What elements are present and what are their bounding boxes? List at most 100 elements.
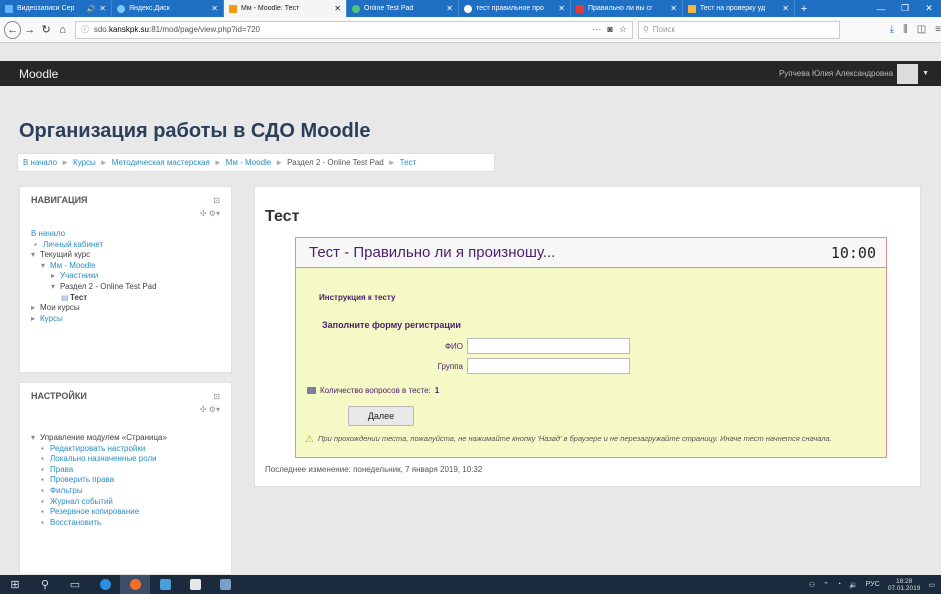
close-tab-icon[interactable]: ✕ — [334, 4, 341, 13]
bookmark-star-icon[interactable]: ☆ — [619, 24, 627, 35]
nav-home[interactable]: В начало — [31, 229, 65, 238]
settings-item[interactable]: Журнал событий — [50, 497, 113, 506]
breadcrumb-link[interactable]: Мм - Moodle — [226, 158, 272, 167]
settings-item[interactable]: Резервное копирование — [50, 507, 139, 516]
minimize-icon[interactable]: — — [869, 0, 893, 17]
site-favicon-icon — [688, 4, 696, 13]
browser-tab-active[interactable]: Мм - Moodle: Тест ✕ — [224, 0, 347, 17]
reload-button[interactable]: ↻ — [38, 21, 54, 38]
breadcrumb-link[interactable]: Курсы — [73, 158, 96, 167]
breadcrumb-link[interactable]: Раздел 2 - Online Test Pad — [287, 158, 384, 167]
tab-title: Тест на проверку уд — [700, 5, 766, 12]
site-brand[interactable]: Moodle — [19, 67, 58, 81]
firefox-icon[interactable] — [120, 575, 150, 594]
name-field[interactable] — [467, 338, 630, 354]
clock[interactable]: 18:28 07.01.2019 — [888, 578, 921, 592]
settings-item[interactable]: Проверить права — [50, 475, 114, 484]
menu-icon[interactable]: ≡ — [935, 24, 941, 35]
dock-icon[interactable]: ⊡ — [213, 196, 220, 205]
close-tab-icon[interactable]: ✕ — [446, 4, 453, 13]
nav-current-course[interactable]: Текущий курс — [40, 250, 90, 259]
settings-item[interactable]: Фильтры — [50, 486, 83, 495]
app-icon[interactable] — [150, 575, 180, 594]
library-icon[interactable]: ⫼ — [903, 24, 908, 35]
breadcrumb-link[interactable]: Методическая мастерская — [112, 158, 210, 167]
close-tab-icon[interactable]: ✕ — [558, 4, 565, 13]
page-icon: ▤ — [61, 292, 69, 302]
speaker-icon[interactable]: 🔊 — [87, 5, 96, 13]
settings-item[interactable]: Права — [50, 465, 73, 474]
list-icon — [307, 387, 316, 394]
expanded-icon[interactable]: ▾ — [31, 250, 40, 261]
nav-participants[interactable]: Участники — [60, 271, 98, 280]
task-view-icon[interactable]: ▭ — [60, 575, 90, 594]
page-title: Организация работы в СДО Moodle — [19, 120, 371, 142]
windows-start-icon[interactable]: ⊞ — [0, 575, 30, 594]
language-indicator[interactable]: РУС — [866, 581, 880, 588]
browser-tab[interactable]: тест правильное про ✕ — [459, 0, 571, 17]
nav-my-courses[interactable]: Мои курсы — [40, 303, 80, 312]
block-actions-icon[interactable]: ✣ ⚙▾ — [200, 405, 220, 414]
network-icon[interactable]: ◔ — [837, 581, 841, 588]
breadcrumb-link[interactable]: В начало — [23, 158, 57, 167]
user-menu[interactable]: Рупчева Юлия Александровна ▼ — [779, 63, 929, 84]
store-icon[interactable] — [180, 575, 210, 594]
url-path: :81/mod/page/view.php?id=720 — [149, 25, 260, 34]
dock-icon[interactable]: ⊡ — [213, 392, 220, 401]
nav-section[interactable]: Раздел 2 - Online Test Pad — [60, 282, 157, 291]
breadcrumb-link[interactable]: Тест — [400, 158, 417, 167]
settings-module-admin[interactable]: Управление модулем «Страница» — [40, 433, 167, 442]
back-button[interactable]: ← — [4, 20, 22, 39]
block-actions-icon[interactable]: ✣ ⚙▾ — [200, 209, 220, 218]
caret-down-icon[interactable]: ▼ — [922, 70, 929, 77]
settings-item[interactable]: Локально назначенные роли — [50, 454, 157, 463]
volume-icon[interactable]: 🔉 — [849, 581, 858, 589]
browser-tab[interactable]: Видеозаписи Сер 🔊 ✕ — [0, 0, 112, 17]
expanded-icon[interactable]: ▾ — [31, 433, 40, 444]
address-bar[interactable]: ⓘ sdo. kanskpk.su:81/mod/page/view.php?id… — [74, 20, 633, 39]
nav-dashboard[interactable]: Личный кабинет — [43, 240, 103, 249]
sidebar-icon[interactable]: ◫ — [917, 24, 926, 35]
user-name[interactable]: Рупчева Юлия Александровна — [779, 69, 893, 78]
search-icon[interactable]: ⚲ — [30, 575, 60, 594]
close-tab-icon[interactable]: ✕ — [99, 4, 106, 13]
nav-page[interactable]: Тест — [70, 293, 87, 302]
expanded-icon[interactable]: ▾ — [51, 282, 60, 293]
search-input[interactable]: ⚲ Поиск — [637, 20, 840, 39]
forward-button[interactable]: → — [21, 21, 37, 38]
collapsed-icon[interactable]: ▸ — [51, 271, 60, 282]
group-field[interactable] — [467, 358, 630, 374]
pocket-icon[interactable]: ◙ — [607, 24, 612, 35]
browser-tab[interactable]: Online Test Pad ✕ — [347, 0, 459, 17]
expanded-icon[interactable]: ▾ — [41, 261, 50, 272]
maximize-icon[interactable]: ❐ — [893, 0, 917, 17]
app-icon[interactable] — [210, 575, 240, 594]
home-button[interactable]: ⌂ — [54, 21, 70, 38]
collapsed-icon[interactable]: ▸ — [31, 303, 40, 314]
bullet-icon: ▪ — [41, 496, 44, 506]
avatar[interactable] — [897, 63, 919, 84]
browser-tab[interactable]: Яндекс.Диск ✕ — [112, 0, 224, 17]
next-button[interactable]: Далее — [348, 406, 414, 426]
edge-icon[interactable] — [90, 575, 120, 594]
people-icon[interactable]: ⚇ — [809, 581, 815, 589]
page-actions-icon[interactable]: ··· — [592, 24, 601, 35]
browser-tab[interactable]: Тест на проверку уд ✕ — [683, 0, 795, 17]
download-icon[interactable]: ⤓ — [890, 24, 894, 35]
taskbar: ⊞ ⚲ ▭ ⚇ ⌃ ◔ 🔉 РУС 18:28 07.01.2019 ▭ — [0, 575, 941, 594]
close-tab-icon[interactable]: ✕ — [670, 4, 677, 13]
nav-course[interactable]: Мм - Moodle — [50, 261, 96, 270]
tray-expand-icon[interactable]: ⌃ — [823, 581, 829, 589]
close-tab-icon[interactable]: ✕ — [211, 4, 218, 13]
settings-item[interactable]: Восстановить — [50, 518, 101, 527]
settings-item[interactable]: Редактировать настройки — [50, 444, 145, 453]
instructions-link[interactable]: Инструкция к тесту — [319, 293, 395, 302]
browser-tab[interactable]: Правильно ли вы сг ✕ — [571, 0, 683, 17]
close-tab-icon[interactable]: ✕ — [782, 4, 789, 13]
new-tab-button[interactable]: + — [795, 0, 813, 17]
collapsed-icon[interactable]: ▸ — [31, 314, 40, 325]
notifications-icon[interactable]: ▭ — [928, 581, 935, 589]
nav-courses[interactable]: Курсы — [40, 314, 63, 323]
close-window-icon[interactable]: ✕ — [917, 0, 941, 17]
info-icon[interactable]: ⓘ — [81, 24, 89, 35]
